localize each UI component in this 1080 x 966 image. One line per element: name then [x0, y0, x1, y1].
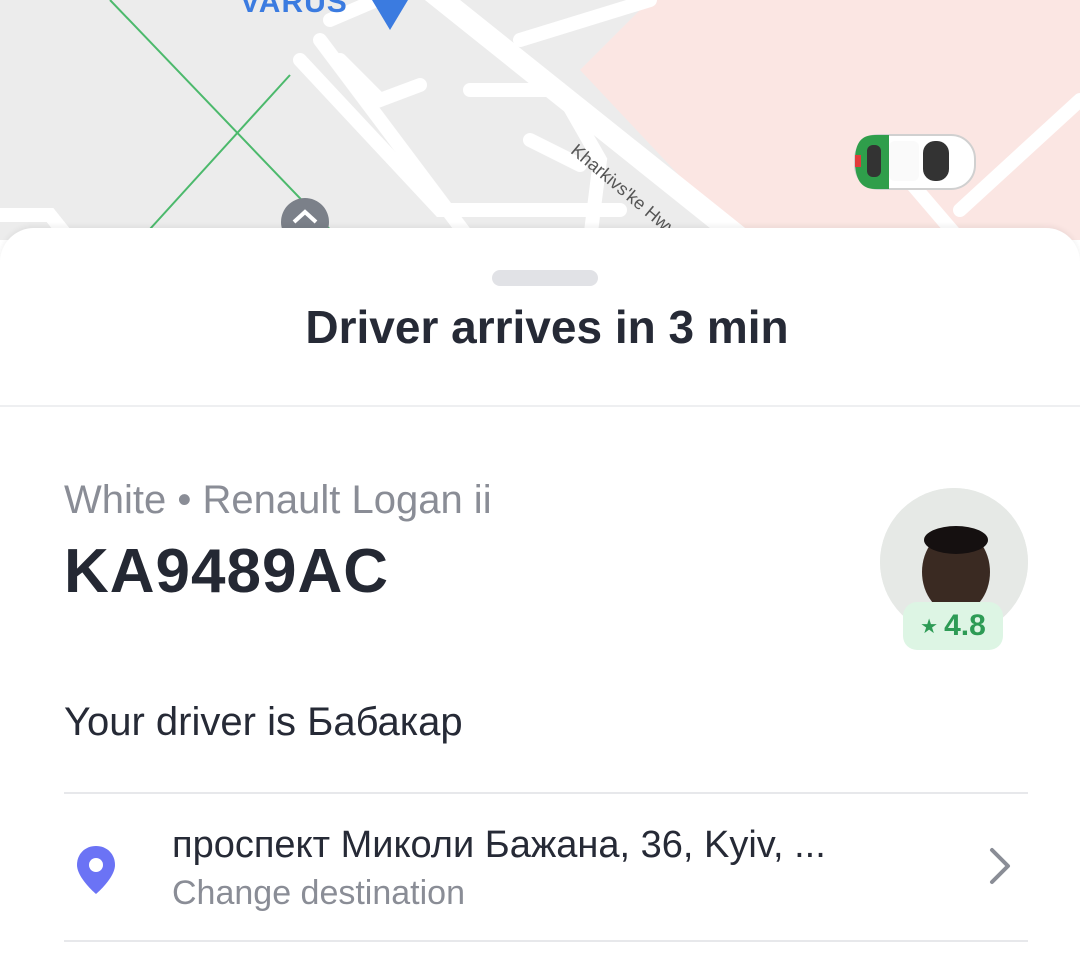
- map-pin-icon: [372, 0, 408, 30]
- star-icon: ★: [920, 615, 939, 638]
- eta-title: Driver arrives in 3 min: [305, 301, 789, 353]
- driver-rating-badge: ★ 4.8: [903, 602, 1003, 650]
- location-pin-icon: [77, 846, 115, 894]
- map-view[interactable]: VARUS Kharkivs'ke Hwy: [0, 0, 1080, 240]
- license-plate: KA9489AC: [64, 537, 390, 606]
- chevron-right-icon: [990, 848, 1010, 884]
- sheet-drag-handle[interactable]: [492, 270, 598, 286]
- map-poi-label: VARUS: [240, 0, 348, 19]
- map-graphics: [0, 0, 1080, 240]
- divider: [64, 940, 1028, 942]
- divider: [0, 405, 1080, 407]
- destination-row[interactable]: проспект Миколи Бажана, 36, Kyiv, ... Ch…: [64, 794, 1028, 940]
- driver-name-text: Your driver is Бабакар: [64, 700, 463, 744]
- rating-value: 4.8: [944, 609, 986, 642]
- car-description: White • Renault Logan ii: [64, 478, 492, 522]
- change-destination-link[interactable]: Change destination: [172, 874, 465, 913]
- destination-address: проспект Миколи Бажана, 36, Kyiv, ...: [172, 824, 826, 866]
- car-icon: [854, 134, 976, 190]
